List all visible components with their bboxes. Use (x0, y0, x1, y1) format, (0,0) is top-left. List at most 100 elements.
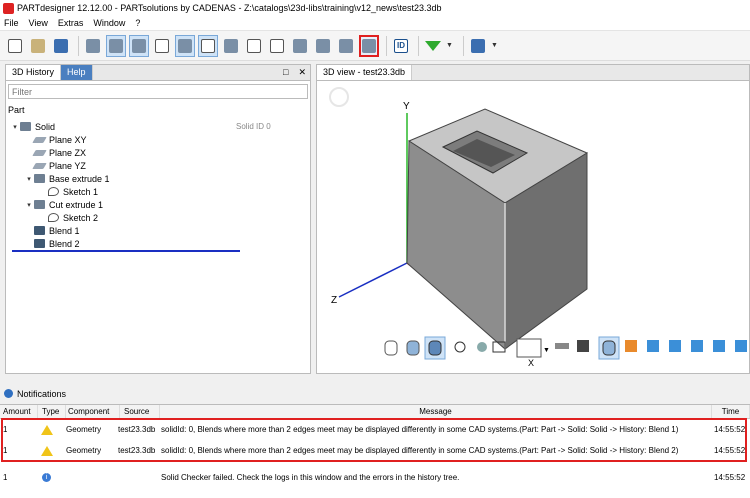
tree-item-plane-zx[interactable]: Plane ZX (6, 146, 310, 159)
toolbar-separator (386, 35, 387, 56)
view-mode-4-button[interactable] (175, 34, 195, 57)
orbit-icon[interactable] (477, 342, 487, 352)
view-mode-icon (132, 38, 146, 53)
col-source[interactable]: Source (120, 405, 160, 418)
view-mode-icon (109, 38, 123, 53)
table-row[interactable]: 1 Geometry test23.3db solidId: 0, Blends… (0, 440, 750, 461)
toolbar-separator (418, 35, 419, 56)
tree-item-label: Sketch 1 (63, 186, 99, 197)
chevron-down-icon[interactable]: ▾ (24, 175, 34, 183)
history-panel: 3D History Help □ ✕ Part ▾ Solid Solid I… (5, 64, 311, 374)
magic-wand-button[interactable] (313, 35, 333, 57)
id-icon: ID (394, 38, 408, 53)
dimension-icon (270, 38, 284, 53)
magic-wand-icon (316, 38, 330, 53)
3d-viewport[interactable]: Y Z X ▼ (317, 81, 749, 373)
chevron-down-icon[interactable]: ▼ (543, 347, 550, 354)
title-bar: PARTdesigner 12.12.00 - PARTsolutions by… (0, 0, 750, 16)
tree-item-label: Base extrude 1 (49, 173, 110, 184)
chevron-down-icon[interactable]: ▼ (491, 42, 498, 49)
row-type: i (42, 467, 51, 488)
menu-help[interactable]: ? (135, 18, 140, 28)
table-button[interactable] (221, 35, 241, 57)
variable-button[interactable] (244, 35, 264, 57)
view-select-dropdown[interactable] (516, 338, 542, 358)
cube-view-icon[interactable] (647, 340, 659, 352)
tools-button[interactable] (468, 35, 488, 57)
color-cube-icon[interactable] (625, 340, 637, 352)
open-file-button[interactable] (28, 35, 48, 57)
tree-item-sketch-2[interactable]: Sketch 2 (6, 211, 310, 224)
solid-checker-icon (362, 38, 376, 53)
notifications-header: Notifications (0, 386, 750, 401)
col-message[interactable]: Message (160, 405, 712, 418)
menu-view[interactable]: View (29, 18, 48, 28)
cube-view-icon[interactable] (713, 340, 725, 352)
zoom-button[interactable] (83, 35, 103, 57)
table-row[interactable]: 1 Geometry test23.3db solidId: 0, Blends… (0, 419, 750, 440)
list-button[interactable] (290, 35, 310, 57)
cylinder-view-icon[interactable] (384, 340, 398, 356)
col-amount[interactable]: Amount (0, 405, 38, 418)
extrude-icon (34, 174, 45, 183)
tree-item-label: Blend 1 (49, 225, 80, 236)
new-file-button[interactable] (5, 35, 25, 57)
tree-root[interactable]: Part (6, 103, 310, 116)
id-button[interactable]: ID (391, 35, 411, 57)
app-icon (3, 2, 14, 14)
blend-icon (34, 239, 45, 248)
export-button[interactable] (336, 35, 356, 57)
display-icon (602, 340, 616, 356)
view-mode-3-button[interactable] (152, 35, 172, 57)
tab-3d-view[interactable]: 3D view - test23.3db (317, 65, 413, 80)
folder-icon (31, 38, 45, 53)
col-time[interactable]: Time (712, 405, 750, 418)
cube-view-icon[interactable] (691, 340, 703, 352)
cube-view-icon[interactable] (669, 340, 681, 352)
view-mode-1-button[interactable] (106, 34, 126, 57)
save-button[interactable] (51, 35, 71, 57)
green-arrow-button[interactable] (423, 35, 443, 57)
tab-3d-history[interactable]: 3D History (6, 65, 62, 80)
solid-checker-button[interactable] (359, 34, 379, 57)
dimension-button[interactable] (267, 35, 287, 57)
row-amount: 1 (3, 446, 8, 455)
list-icon (293, 38, 307, 53)
menu-window[interactable]: Window (93, 18, 125, 28)
plane-icon (32, 136, 47, 143)
chevron-down-icon[interactable]: ▼ (446, 42, 453, 49)
tree-item-sketch-1[interactable]: Sketch 1 (6, 185, 310, 198)
xyz-button[interactable] (198, 34, 218, 57)
tree-item-label: Plane ZX (49, 147, 87, 158)
filter-input[interactable] (8, 84, 308, 99)
col-type[interactable]: Type (38, 405, 66, 418)
close-icon[interactable]: ✕ (298, 67, 306, 78)
row-source: test23.3db (118, 425, 156, 434)
tree-item-base-extrude-1[interactable]: ▾ Base extrude 1 (6, 172, 310, 185)
tree-item-cut-extrude-1[interactable]: ▾ Cut extrude 1 (6, 198, 310, 211)
magnifier-icon[interactable] (454, 341, 466, 353)
menu-extras[interactable]: Extras (58, 18, 84, 28)
table-row[interactable]: 1 i Solid Checker failed. Check the logs… (0, 467, 750, 488)
chevron-down-icon[interactable]: ▾ (10, 123, 20, 131)
solid-id-label: Solid ID 0 (236, 122, 271, 131)
tree-item-plane-xy[interactable]: Plane XY (6, 133, 310, 146)
window-title: PARTdesigner 12.12.00 - PARTsolutions by… (17, 3, 442, 13)
menu-file[interactable]: File (4, 18, 19, 28)
shaded-view-icon[interactable] (406, 340, 420, 356)
plane-icon (32, 149, 47, 156)
wireframe-icon[interactable] (577, 340, 589, 352)
chevron-down-icon[interactable]: ▾ (24, 201, 34, 209)
cube-view-icon[interactable] (735, 340, 747, 352)
ruler-icon[interactable] (555, 343, 569, 349)
tree-item-solid[interactable]: ▾ Solid Solid ID 0 (6, 120, 310, 133)
tab-help[interactable]: Help (61, 65, 93, 80)
view-mode-2-button[interactable] (129, 34, 149, 57)
tree-item-blend-2[interactable]: Blend 2 (6, 237, 310, 250)
row-component: Geometry (66, 446, 102, 455)
tree-item-blend-1[interactable]: Blend 1 (6, 224, 310, 237)
col-component[interactable]: Component (66, 405, 120, 418)
maximize-icon[interactable]: □ (283, 67, 288, 78)
view-tabbar: 3D view - test23.3db (317, 65, 749, 81)
tree-item-plane-yz[interactable]: Plane YZ (6, 159, 310, 172)
